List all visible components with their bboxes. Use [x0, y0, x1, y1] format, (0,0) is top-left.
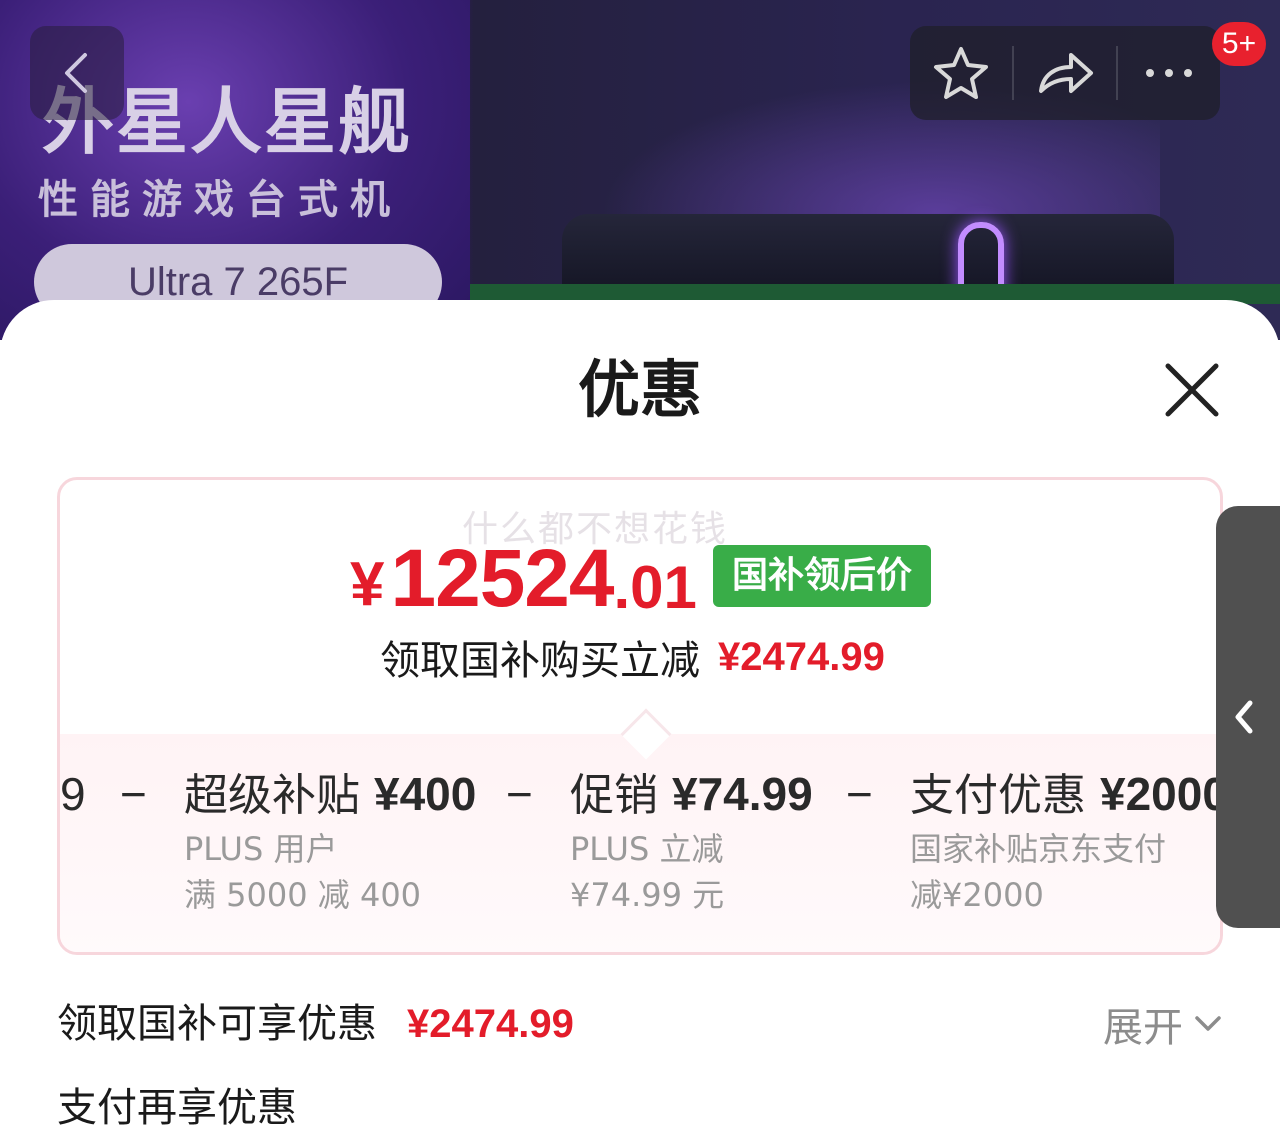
star-icon: [934, 47, 988, 99]
discount-breakdown: 9 − 超级补贴 ¥400 PLUS 用户 满 5000 减 400 − 促销 …: [60, 764, 1220, 924]
more-button[interactable]: [1118, 26, 1220, 120]
discount-item-title: 支付优惠 ¥2000: [910, 764, 1220, 826]
message-badge: 5+: [1212, 22, 1266, 66]
final-price: ¥ 12524 .01: [350, 533, 697, 624]
chevron-down-icon: [1195, 1016, 1221, 1031]
subsidy-discount-row: 领取国补可享优惠 ¥2474.99 展开: [57, 996, 1223, 1052]
discount-item-note: 国家补贴京东支付: [910, 830, 1167, 868]
close-icon: [1165, 363, 1219, 417]
expand-toggle[interactable]: 展开: [1103, 996, 1223, 1052]
minus-sign: −: [846, 768, 873, 820]
discount-item-super-subsidy: 超级补贴 ¥400 PLUS 用户 满 5000 减 400: [184, 764, 476, 918]
minus-sign: −: [506, 768, 533, 820]
discount-item-label: 支付优惠: [910, 770, 1086, 821]
price-currency: ¥: [350, 550, 385, 619]
more-dots-icon: [1146, 69, 1192, 77]
price-decimal: .01: [613, 554, 697, 621]
discount-item-label: 促销: [570, 770, 658, 821]
close-button[interactable]: [1160, 358, 1224, 422]
price-tag: 国补领后价: [713, 545, 931, 607]
saving-label: 领取国补购买立减: [380, 638, 700, 684]
subsidy-row-amount: ¥2474.99: [407, 1002, 574, 1046]
favorite-button[interactable]: [910, 26, 1012, 120]
discount-item-amount: ¥74.99: [672, 768, 813, 820]
share-icon: [1039, 53, 1093, 93]
discount-item-label: 超级补贴: [184, 770, 360, 821]
sheet-title: 优惠: [577, 353, 702, 426]
discount-item-note: PLUS 用户: [184, 830, 338, 868]
saving-row: 领取国补购买立减 ¥2474.99: [380, 632, 885, 685]
discount-item-payment: 支付优惠 ¥2000 国家补贴京东支付 减¥2000: [910, 764, 1220, 918]
discount-item-amount: ¥400: [374, 768, 477, 820]
side-drawer-tab[interactable]: [1216, 506, 1280, 928]
discount-item-title: 超级补贴 ¥400: [184, 764, 476, 826]
payment-discount-row: 支付再享优惠: [57, 1085, 297, 1131]
breakdown-leading-fragment: 9: [60, 768, 86, 820]
discount-item-promotion: 促销 ¥74.99 PLUS 立减 ¥74.99 元: [570, 764, 813, 918]
discount-item-note: PLUS 立减: [570, 830, 724, 868]
discount-item-note: ¥74.99 元: [570, 876, 725, 914]
saving-amount: ¥2474.99: [718, 634, 885, 679]
discount-item-amount: ¥2000: [1100, 768, 1220, 820]
price-integer: 12524: [390, 533, 614, 624]
subsidy-row-label: 领取国补可享优惠: [57, 1001, 377, 1047]
discount-item-note: 减¥2000: [910, 876, 1044, 914]
share-button[interactable]: [1014, 26, 1116, 120]
chevron-left-icon: [65, 53, 87, 93]
expand-label: 展开: [1103, 1005, 1183, 1051]
banner-subtitle: 性能游戏台式机: [38, 177, 402, 223]
discount-item-note: 满 5000 减 400: [184, 876, 422, 914]
discount-item-title: 促销 ¥74.99: [570, 764, 813, 826]
minus-sign: −: [120, 768, 147, 820]
top-action-bar: [910, 26, 1220, 120]
chevron-left-icon: [1235, 700, 1253, 734]
back-button[interactable]: [30, 26, 124, 120]
